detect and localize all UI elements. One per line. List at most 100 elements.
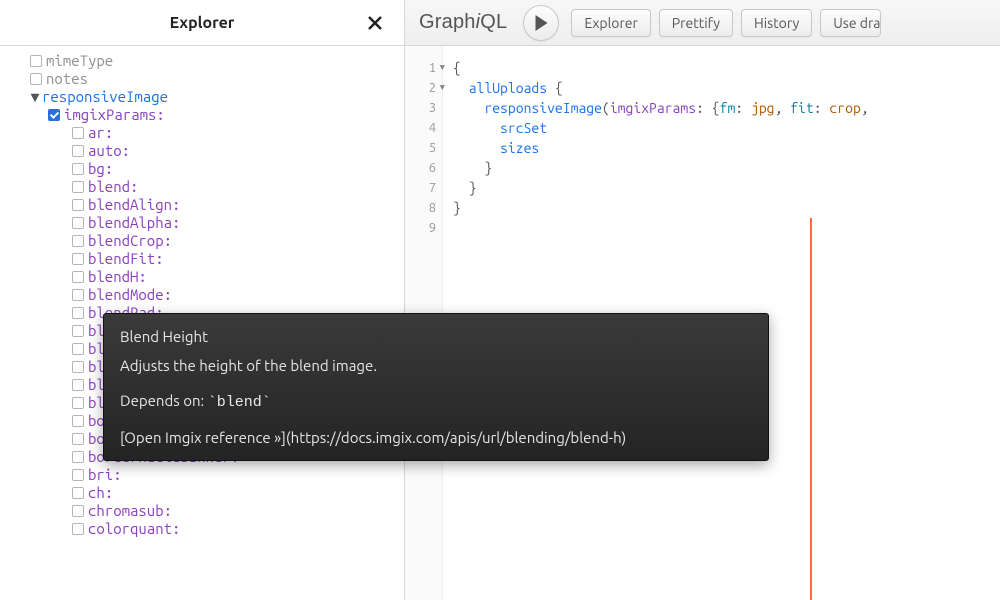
checkbox[interactable] [72,325,84,337]
checkbox[interactable] [30,73,42,85]
tree-label: colorquant: [88,520,180,538]
checkbox[interactable] [72,271,84,283]
explorer-title: Explorer [170,14,235,32]
tree-label: mimeType [46,52,113,70]
tooltip-body: Adjusts the height of the blend image. [120,357,752,374]
checkbox[interactable] [72,415,84,427]
checkbox[interactable] [72,253,84,265]
tree-param-auto[interactable]: auto: [18,142,404,160]
close-button[interactable] [364,12,386,34]
code-line[interactable]: allUploads { [453,78,1000,98]
checkbox[interactable] [72,433,84,445]
line-number: 3 [405,98,436,118]
tooltip-depends: Depends on: `blend` [120,392,752,411]
fold-icon[interactable]: ▼ [437,62,445,73]
tree-label: bri: [88,466,122,484]
code-line[interactable]: responsiveImage(imgixParams: {fm: jpg, f… [453,98,1000,118]
graphiql-logo: GraphiQL [419,11,507,34]
tree-label: blend: [88,178,138,196]
tree-label: blendH: [88,268,147,286]
tree-param-colorquant[interactable]: colorquant: [18,520,404,538]
code-line[interactable]: } [453,198,1000,218]
close-icon [368,16,382,30]
line-number: 6 [405,158,436,178]
checkbox[interactable] [72,145,84,157]
fold-icon[interactable]: ▼ [437,82,445,93]
cursor-marker [810,218,812,600]
tooltip-link[interactable]: [Open Imgix reference »](https://docs.im… [120,429,752,446]
tooltip-depends-prefix: Depends on: [120,392,208,409]
execute-button[interactable] [523,5,559,41]
tree-param-blendH[interactable]: blendH: [18,268,404,286]
checkbox[interactable] [72,127,84,139]
code-line[interactable]: } [453,158,1000,178]
tree-label: notes [46,70,88,88]
tree-item-mimeType[interactable]: mimeType [18,52,404,70]
tree-item-imgixParams[interactable]: imgixParams: [18,106,404,124]
tree-param-blendCrop[interactable]: blendCrop: [18,232,404,250]
checkbox[interactable] [72,469,84,481]
tree-param-blendAlpha[interactable]: blendAlpha: [18,214,404,232]
tree-param-blend[interactable]: blend: [18,178,404,196]
tree-label: blendFit: [88,250,164,268]
explorer-button[interactable]: Explorer [571,9,650,37]
tree-label: auto: [88,142,130,160]
checkbox[interactable] [48,109,60,121]
checkbox[interactable] [72,199,84,211]
caret-icon: ▼ [30,88,40,106]
tree-label: ar: [88,124,113,142]
use-dra-button[interactable]: Use dra [820,9,881,37]
checkbox[interactable] [72,181,84,193]
checkbox[interactable] [72,523,84,535]
checkbox[interactable] [72,361,84,373]
tree-param-blendAlign[interactable]: blendAlign: [18,196,404,214]
checkbox[interactable] [72,397,84,409]
checkbox[interactable] [72,235,84,247]
tree-item-responsiveImage[interactable]: ▼responsiveImage [18,88,404,106]
tree-label: chromasub: [88,502,172,520]
play-icon [535,15,548,31]
line-number: 7 [405,178,436,198]
tree-item-notes[interactable]: notes [18,70,404,88]
tree-param-chromasub[interactable]: chromasub: [18,502,404,520]
explorer-header: Explorer [0,0,404,46]
line-number: 9 [405,218,436,238]
prettify-button[interactable]: Prettify [659,9,733,37]
tree-param-bg[interactable]: bg: [18,160,404,178]
tooltip-title: Blend Height [120,328,752,345]
code-line[interactable]: srcSet [453,118,1000,138]
tree-label: blendAlpha: [88,214,180,232]
tree-param-ar[interactable]: ar: [18,124,404,142]
checkbox[interactable] [72,451,84,463]
tooltip-depends-value: `blend` [208,394,271,411]
line-number: 8 [405,198,436,218]
tree-param-ch[interactable]: ch: [18,484,404,502]
tree-param-bri[interactable]: bri: [18,466,404,484]
checkbox[interactable] [72,505,84,517]
line-number: 5 [405,138,436,158]
checkbox[interactable] [72,217,84,229]
checkbox[interactable] [30,55,42,67]
toolbar: GraphiQL Explorer Prettify History Use d… [405,0,1000,46]
checkbox[interactable] [72,289,84,301]
tree-label: imgixParams: [64,106,165,124]
checkbox[interactable] [72,487,84,499]
line-number: 2 [405,78,436,98]
code-line[interactable]: sizes [453,138,1000,158]
tree-label: bg: [88,160,113,178]
checkbox[interactable] [72,343,84,355]
explorer-panel: Explorer mimeTypenotes▼responsiveImageim… [0,0,405,600]
code-line[interactable]: { [453,58,1000,78]
history-button[interactable]: History [741,9,812,37]
tree-param-blendFit[interactable]: blendFit: [18,250,404,268]
code-line[interactable]: } [453,178,1000,198]
tree-label: ch: [88,484,113,502]
doc-tooltip: Blend Height Adjusts the height of the b… [103,313,769,461]
tree-label: blendMode: [88,286,172,304]
code-line[interactable] [453,218,1000,238]
checkbox[interactable] [72,163,84,175]
tree-param-blendMode[interactable]: blendMode: [18,286,404,304]
graphiql-main: GraphiQL Explorer Prettify History Use d… [405,0,1000,600]
checkbox[interactable] [72,307,84,319]
checkbox[interactable] [72,379,84,391]
